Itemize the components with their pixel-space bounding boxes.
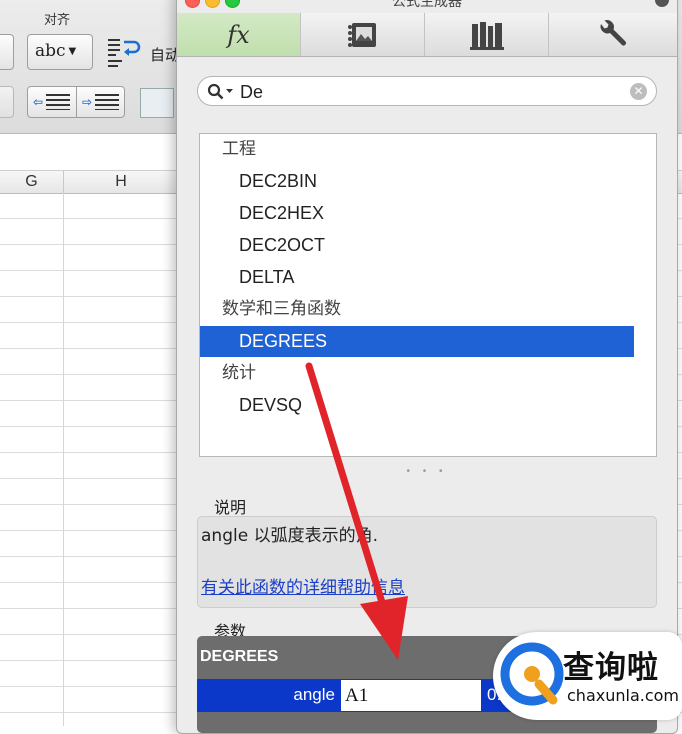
clear-search-icon[interactable]: ✕	[630, 83, 647, 100]
list-item[interactable]: DEC2BIN	[200, 166, 634, 197]
function-help-link[interactable]: 有关此函数的详细帮助信息	[201, 573, 405, 598]
list-item[interactable]: DELTA	[200, 262, 634, 293]
argument-angle-field[interactable]	[341, 680, 481, 711]
wrench-icon	[600, 19, 626, 46]
library-icon	[469, 21, 504, 50]
description-heading: 说明	[214, 498, 247, 517]
increase-indent-button[interactable]: ⇨	[77, 87, 125, 117]
list-item[interactable]: DEC2HEX	[200, 198, 634, 229]
tab-toolbox[interactable]	[549, 13, 673, 56]
list-category-statistical: 统计	[222, 363, 256, 383]
description-box: angle 以弧度表示的角. 有关此函数的详细帮助信息	[197, 516, 657, 608]
tab-media-browser[interactable]	[301, 13, 425, 56]
list-item[interactable]: DEC2OCT	[200, 230, 634, 261]
align-left-button[interactable]	[0, 86, 14, 118]
align-button[interactable]	[0, 34, 14, 70]
lines-icon	[46, 94, 70, 110]
formula-builder-dialog: 公式生成器 fx De ✕ 工程 DEC2BIN DEC2HEX DEC2OCT…	[176, 0, 678, 734]
function-icon: fx	[227, 20, 250, 49]
arrow-right-icon: ⇨	[82, 95, 93, 109]
watermark: 查询啦 chaxunla.com	[493, 628, 682, 726]
chevron-down-icon: ▼	[68, 46, 77, 57]
ribbon-group-label: 对齐	[44, 13, 71, 28]
search-icon[interactable]	[207, 83, 237, 100]
wrap-text-icon[interactable]	[106, 36, 142, 70]
list-category-math-trig: 数学和三角函数	[222, 299, 341, 319]
text-orientation-label: abc	[35, 41, 66, 61]
lines-icon	[95, 94, 119, 110]
tab-library[interactable]	[425, 13, 549, 56]
text-orientation-dropdown[interactable]: abc ▼	[27, 34, 93, 70]
indent-group: ⇦ ⇨	[27, 86, 125, 118]
column-header-g[interactable]: G	[0, 171, 64, 193]
watermark-cn-text: 查询啦	[563, 650, 659, 686]
merge-cells-icon[interactable]	[140, 88, 174, 118]
argument-label: angle	[293, 685, 335, 704]
column-header-h[interactable]: H	[64, 171, 179, 193]
arrow-left-icon: ⇦	[33, 95, 44, 109]
decrease-indent-button[interactable]: ⇦	[28, 87, 77, 117]
chaxunla-logo-icon	[500, 642, 564, 706]
media-browser-icon	[347, 22, 376, 47]
argument-function-name: DEGREES	[200, 648, 279, 665]
list-category-engineering: 工程	[222, 139, 256, 159]
tab-formula-builder[interactable]: fx	[177, 13, 301, 56]
function-list[interactable]: 工程 DEC2BIN DEC2HEX DEC2OCT DELTA 数学和三角函数…	[199, 133, 657, 457]
toolbar-tabs: fx	[177, 13, 677, 57]
dialog-title: 公式生成器	[392, 0, 462, 10]
search-field[interactable]: De ✕	[197, 76, 657, 106]
list-item-selected[interactable]: DEGREES	[200, 326, 634, 357]
description-text: angle 以弧度表示的角.	[201, 526, 378, 546]
list-item[interactable]: DEVSQ	[200, 390, 634, 421]
watermark-en-text: chaxunla.com	[567, 686, 679, 705]
splitter-handle[interactable]: • • •	[177, 466, 677, 477]
search-input[interactable]: De	[240, 82, 263, 103]
